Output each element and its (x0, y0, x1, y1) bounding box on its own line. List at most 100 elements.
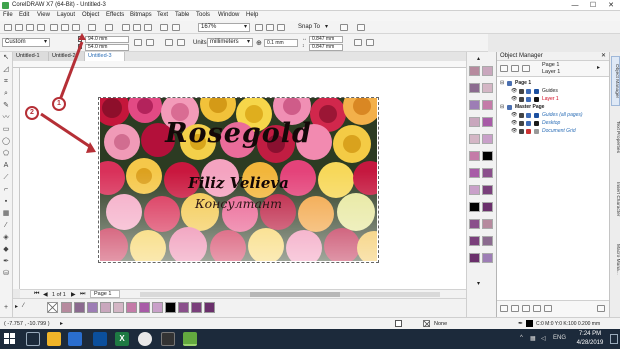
print-toggle-icon[interactable] (519, 121, 524, 126)
lock-icon[interactable] (526, 113, 531, 118)
tray-chevron-icon[interactable]: ^ (520, 335, 523, 341)
palette-swatch[interactable] (87, 302, 98, 313)
first-page-icon[interactable]: ⏮ (34, 291, 39, 298)
color-swatch[interactable] (469, 236, 480, 246)
color-swatch[interactable] (482, 185, 493, 195)
calendar-app-icon[interactable] (68, 332, 82, 346)
color-swatch[interactable] (469, 219, 480, 229)
prev-page-icon[interactable]: ◀ (43, 291, 48, 298)
lock-icon[interactable] (526, 121, 531, 126)
palette-swatch[interactable] (165, 302, 176, 313)
palette-swatch[interactable] (74, 302, 85, 313)
new-master-layer-icon[interactable] (511, 305, 519, 312)
next-page-icon[interactable]: ▶ (71, 291, 76, 298)
collapse-icon[interactable]: ⊟ (500, 80, 504, 87)
docker-tab-object-manager[interactable]: Object Manager (611, 56, 620, 106)
lock-icon[interactable] (526, 89, 531, 94)
chrome-icon[interactable] (138, 332, 152, 346)
tree-row-guides[interactable]: 👁 Guides (497, 88, 610, 95)
color-swatch[interactable] (482, 151, 493, 161)
mail-app-icon[interactable] (93, 332, 107, 346)
palette-swatch[interactable] (113, 302, 124, 313)
print-toggle-icon[interactable] (519, 89, 524, 94)
status-play-icon[interactable]: ▸ (60, 320, 63, 327)
color-swatch[interactable] (469, 100, 480, 110)
new-master-layer-even-icon[interactable] (533, 305, 541, 312)
color-swatch[interactable] (469, 253, 480, 263)
excel-icon[interactable]: X (115, 332, 129, 346)
color-swatch[interactable] (469, 202, 480, 212)
horizontal-scroll-thumb[interactable] (250, 292, 340, 297)
new-master-layer-all-icon[interactable] (522, 305, 530, 312)
color-swatch[interactable] (482, 134, 493, 144)
panel-close-icon[interactable]: ✕ (601, 52, 606, 61)
windows-start-icon[interactable] (4, 333, 15, 344)
notification-center-icon[interactable] (610, 334, 618, 344)
file-explorer-icon[interactable] (47, 332, 61, 346)
layer-manager-view-icon[interactable] (522, 65, 530, 72)
delete-icon[interactable] (597, 305, 605, 312)
print-toggle-icon[interactable] (519, 129, 524, 134)
color-swatch[interactable] (482, 202, 493, 212)
no-color-swatch[interactable] (47, 302, 58, 313)
palette-swatch[interactable] (191, 302, 202, 313)
lock-icon[interactable] (526, 97, 531, 102)
horizontal-scrollbar[interactable] (140, 292, 440, 297)
fill-indicator-icon[interactable] (395, 320, 402, 327)
color-swatch[interactable] (482, 219, 493, 229)
eye-icon[interactable]: 👁 (511, 96, 517, 103)
input-language[interactable]: ENG (553, 335, 566, 341)
tree-row-document-grid[interactable]: 👁 Document Grid (497, 128, 610, 135)
palette-swatch[interactable] (204, 302, 215, 313)
color-swatch[interactable] (469, 66, 480, 76)
eyedropper-icon[interactable]: ⁄ (23, 303, 24, 309)
page-1-tab[interactable]: Page 1 (90, 290, 120, 298)
color-swatch[interactable] (469, 151, 480, 161)
color-swatch[interactable] (469, 117, 480, 127)
tree-row-guides-all-pages[interactable]: 👁 Guides (all pages) (497, 112, 610, 119)
docker-tab-insert-character[interactable]: Insert Character (611, 170, 620, 228)
eye-icon[interactable]: 👁 (511, 88, 517, 95)
clock-time[interactable]: 7:24 PM (573, 331, 607, 337)
lock-icon[interactable] (526, 129, 531, 134)
network-icon[interactable]: ▦ (530, 335, 536, 342)
docker-tab-text-properties[interactable]: Text Properties (611, 112, 620, 162)
new-layer-icon[interactable] (500, 305, 508, 312)
palette-scroll-up-icon[interactable]: ▴ (477, 55, 480, 62)
eye-icon[interactable]: 👁 (511, 112, 517, 119)
color-swatch[interactable] (469, 134, 480, 144)
color-swatch[interactable] (482, 253, 493, 263)
object-manager-options-icon[interactable]: ▸ (597, 64, 600, 71)
new-master-layer-odd-icon[interactable] (544, 305, 552, 312)
color-swatch[interactable] (482, 100, 493, 110)
clock-date[interactable]: 4/28/2019 (573, 340, 607, 346)
color-swatch[interactable] (469, 168, 480, 178)
color-swatch[interactable] (482, 66, 493, 76)
palette-menu-icon[interactable]: ▸ (15, 303, 18, 310)
palette-swatch[interactable] (152, 302, 163, 313)
edit-across-layers-icon[interactable] (511, 65, 519, 72)
tree-row-layer-1[interactable]: 👁 Layer 1 (497, 96, 610, 103)
palette-swatch[interactable] (178, 302, 189, 313)
palette-swatch[interactable] (139, 302, 150, 313)
palette-scroll-down-icon[interactable]: ▾ (477, 280, 480, 287)
task-view-icon[interactable] (26, 332, 40, 346)
color-swatch[interactable] (469, 83, 480, 93)
color-swatch[interactable] (482, 117, 493, 127)
acrobat-icon[interactable] (161, 332, 175, 346)
outline-pen-status-icon[interactable]: ✒ (518, 320, 523, 327)
tree-row-master-page[interactable]: ⊟ Master Page (497, 104, 610, 111)
color-swatch[interactable] (482, 83, 493, 93)
color-swatch[interactable] (482, 236, 493, 246)
last-page-icon[interactable]: ⏭ (80, 291, 85, 298)
docker-tab-macro-manager[interactable]: Macro Mana... (611, 234, 620, 284)
palette-swatch[interactable] (61, 302, 72, 313)
color-swatch[interactable] (469, 185, 480, 195)
tree-row-desktop[interactable]: 👁 Desktop (497, 120, 610, 127)
color-swatch[interactable] (482, 168, 493, 178)
print-toggle-icon[interactable] (519, 113, 524, 118)
show-properties-icon[interactable] (500, 65, 508, 72)
tree-row-page-1[interactable]: ⊟ Page 1 (497, 80, 610, 87)
print-toggle-icon[interactable] (519, 97, 524, 102)
eye-icon[interactable]: 👁 (511, 128, 517, 135)
